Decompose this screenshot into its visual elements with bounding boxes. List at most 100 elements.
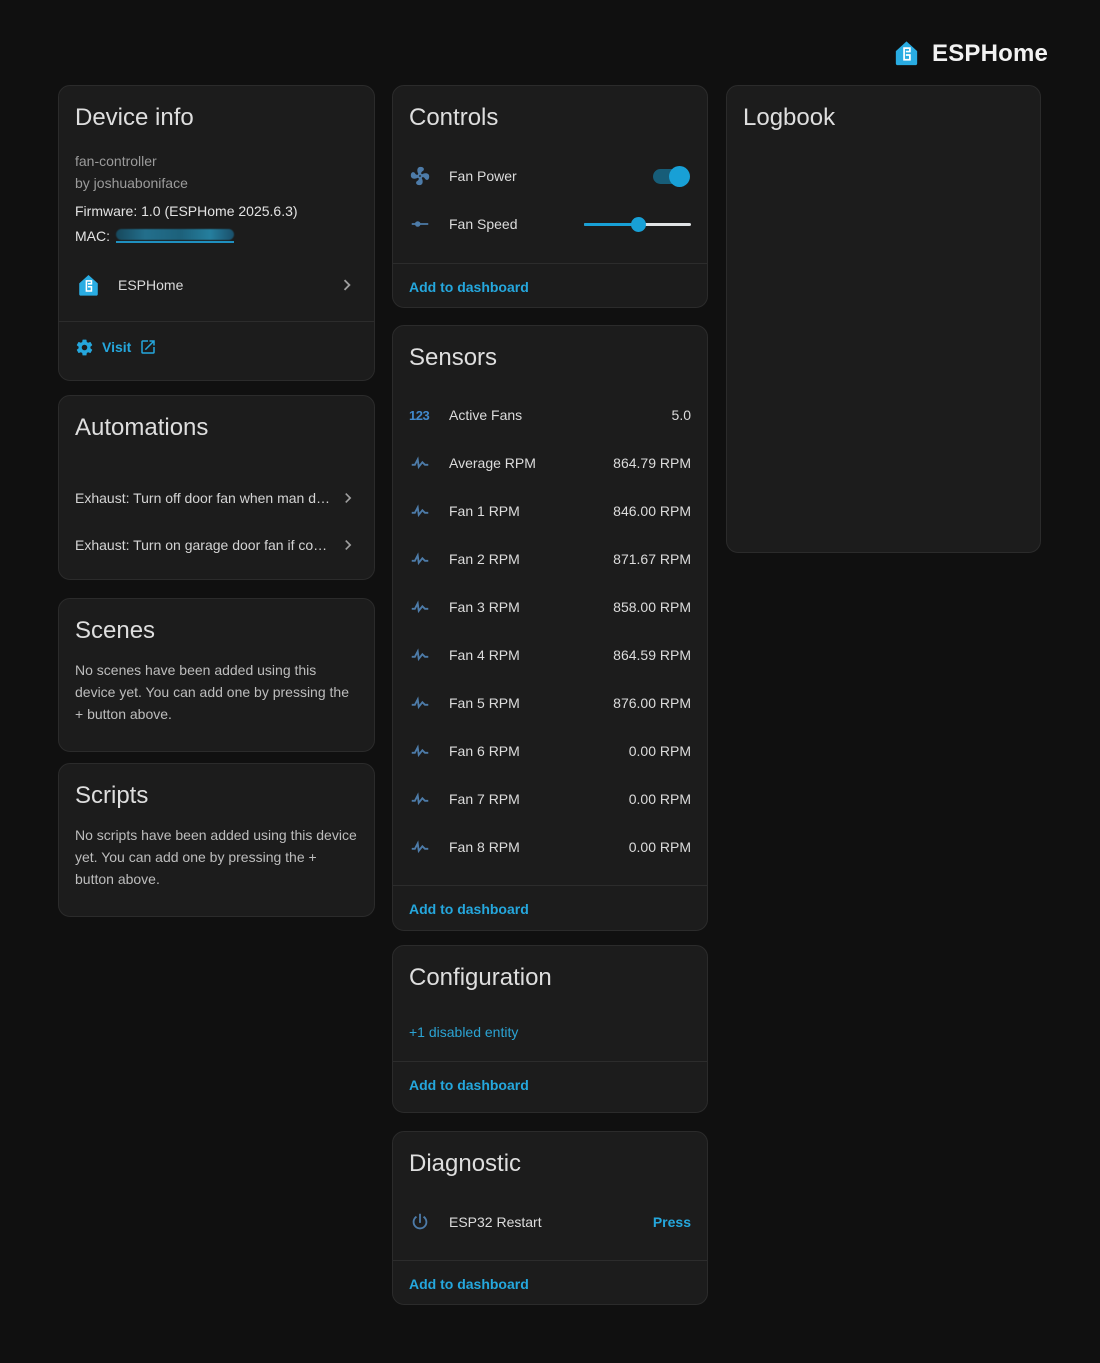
press-button[interactable]: Press [653, 1214, 691, 1230]
sensor-value: 876.00 RPM [613, 695, 691, 711]
sensor-value: 0.00 RPM [629, 839, 691, 855]
sensor-label: Fan 3 RPM [449, 599, 613, 615]
sensor-label: Fan 1 RPM [449, 503, 613, 519]
scripts-empty-text: No scripts have been added using this de… [59, 812, 374, 890]
restart-icon [409, 1211, 449, 1233]
pulse-icon [409, 452, 449, 474]
visit-link[interactable]: Visit [102, 339, 131, 355]
fan-speed-icon [409, 213, 449, 235]
integration-name: ESPHome [118, 277, 336, 293]
sensor-value: 0.00 RPM [629, 791, 691, 807]
disabled-entities-link[interactable]: +1 disabled entity [409, 1024, 518, 1040]
sensor-value: 5.0 [672, 407, 691, 423]
pulse-icon [409, 836, 449, 858]
logbook-title: Logbook [727, 86, 1040, 134]
mac-address-row: MAC: [59, 219, 374, 244]
device-info-card: Device info fan-controller by joshuaboni… [58, 85, 375, 381]
chevron-right-icon [338, 535, 358, 555]
scripts-title: Scripts [59, 764, 374, 812]
add-to-dashboard-link[interactable]: Add to dashboard [409, 1276, 529, 1292]
entity-row-esp32-restart[interactable]: ESP32 Restart Press [393, 1198, 707, 1246]
esphome-brand: ESPHome [891, 38, 1048, 69]
sensor-label: Fan 7 RPM [449, 791, 629, 807]
automation-label: Exhaust: Turn on garage door fan if co… [75, 537, 338, 553]
mac-label: MAC: [75, 228, 110, 244]
add-to-dashboard-link[interactable]: Add to dashboard [409, 1077, 529, 1093]
sensor-value: 864.79 RPM [613, 455, 691, 471]
pulse-icon [409, 788, 449, 810]
add-to-dashboard-link[interactable]: Add to dashboard [409, 901, 529, 917]
automation-label: Exhaust: Turn off door fan when man d… [75, 490, 338, 506]
device-page: ESPHome Device info fan-controller by jo… [0, 0, 1100, 1363]
sensor-label: Fan 6 RPM [449, 743, 629, 759]
entity-label: Fan Power [449, 168, 653, 184]
sensor-value: 846.00 RPM [613, 503, 691, 519]
automation-item[interactable]: Exhaust: Turn on garage door fan if co… [59, 521, 374, 568]
pulse-icon [409, 596, 449, 618]
esphome-logo-icon [891, 38, 922, 69]
entity-row-fan-power[interactable]: Fan Power [393, 152, 707, 200]
device-name: fan-controller [75, 150, 358, 172]
sensor-value: 871.67 RPM [613, 551, 691, 567]
sensor-row[interactable]: Fan 5 RPM 876.00 RPM [393, 679, 707, 727]
configuration-title: Configuration [393, 946, 707, 994]
controls-card: Controls Fan Power Fan Speed [392, 85, 708, 308]
scenes-title: Scenes [59, 599, 374, 647]
entity-label: Fan Speed [449, 216, 584, 232]
sensor-row[interactable]: Fan 2 RPM 871.67 RPM [393, 535, 707, 583]
automation-item[interactable]: Exhaust: Turn off door fan when man d… [59, 474, 374, 521]
logbook-card: Logbook [726, 85, 1041, 553]
automations-title: Automations [59, 396, 374, 444]
sensor-row[interactable]: Fan 1 RPM 846.00 RPM [393, 487, 707, 535]
fan-power-toggle[interactable] [653, 169, 687, 184]
sensor-row[interactable]: Fan 3 RPM 858.00 RPM [393, 583, 707, 631]
sensor-label: Fan 4 RPM [449, 647, 613, 663]
automations-card: Automations Exhaust: Turn off door fan w… [58, 395, 375, 580]
pulse-icon [409, 548, 449, 570]
open-in-new-icon[interactable] [139, 338, 157, 356]
app-title: ESPHome [932, 40, 1048, 68]
integration-row-esphome[interactable]: ESPHome [59, 264, 374, 306]
diagnostic-title: Diagnostic [393, 1132, 707, 1180]
sensor-row[interactable]: Fan 8 RPM 0.00 RPM [393, 823, 707, 871]
sensor-label: Fan 2 RPM [449, 551, 613, 567]
sensor-value: 864.59 RPM [613, 647, 691, 663]
entity-label: ESP32 Restart [449, 1214, 653, 1230]
sensor-label: Active Fans [449, 407, 672, 423]
chevron-right-icon [336, 274, 358, 296]
sensor-value: 858.00 RPM [613, 599, 691, 615]
controls-title: Controls [393, 86, 707, 134]
diagnostic-card: Diagnostic ESP32 Restart Press Add to da… [392, 1131, 708, 1305]
esphome-logo-icon [75, 272, 102, 299]
sensor-row[interactable]: Fan 6 RPM 0.00 RPM [393, 727, 707, 775]
gear-icon [75, 338, 94, 357]
numeric-icon: 123 [409, 408, 449, 423]
entity-row-fan-speed[interactable]: Fan Speed [393, 200, 707, 248]
sensor-label: Fan 5 RPM [449, 695, 613, 711]
firmware-version: Firmware: 1.0 (ESPHome 2025.6.3) [59, 194, 374, 219]
fan-icon [409, 165, 449, 187]
sensors-card: Sensors 123 Active Fans 5.0 Average RPM … [392, 325, 708, 931]
pulse-icon [409, 644, 449, 666]
sensor-row[interactable]: Average RPM 864.79 RPM [393, 439, 707, 487]
add-to-dashboard-link[interactable]: Add to dashboard [409, 279, 529, 295]
sensors-title: Sensors [393, 326, 707, 374]
pulse-icon [409, 692, 449, 714]
configuration-card: Configuration +1 disabled entity Add to … [392, 945, 708, 1113]
sensor-row[interactable]: Fan 4 RPM 864.59 RPM [393, 631, 707, 679]
pulse-icon [409, 500, 449, 522]
sensor-label: Average RPM [449, 455, 613, 471]
mac-address-redacted-link[interactable] [116, 229, 234, 243]
scenes-card: Scenes No scenes have been added using t… [58, 598, 375, 752]
scenes-empty-text: No scenes have been added using this dev… [59, 647, 374, 725]
fan-speed-slider[interactable] [584, 216, 691, 232]
device-manufacturer: by joshuaboniface [75, 172, 358, 194]
pulse-icon [409, 740, 449, 762]
device-info-title: Device info [59, 86, 374, 134]
chevron-right-icon [338, 488, 358, 508]
scripts-card: Scripts No scripts have been added using… [58, 763, 375, 917]
sensor-value: 0.00 RPM [629, 743, 691, 759]
sensor-row[interactable]: Fan 7 RPM 0.00 RPM [393, 775, 707, 823]
sensor-label: Fan 8 RPM [449, 839, 629, 855]
sensor-row[interactable]: 123 Active Fans 5.0 [393, 391, 707, 439]
